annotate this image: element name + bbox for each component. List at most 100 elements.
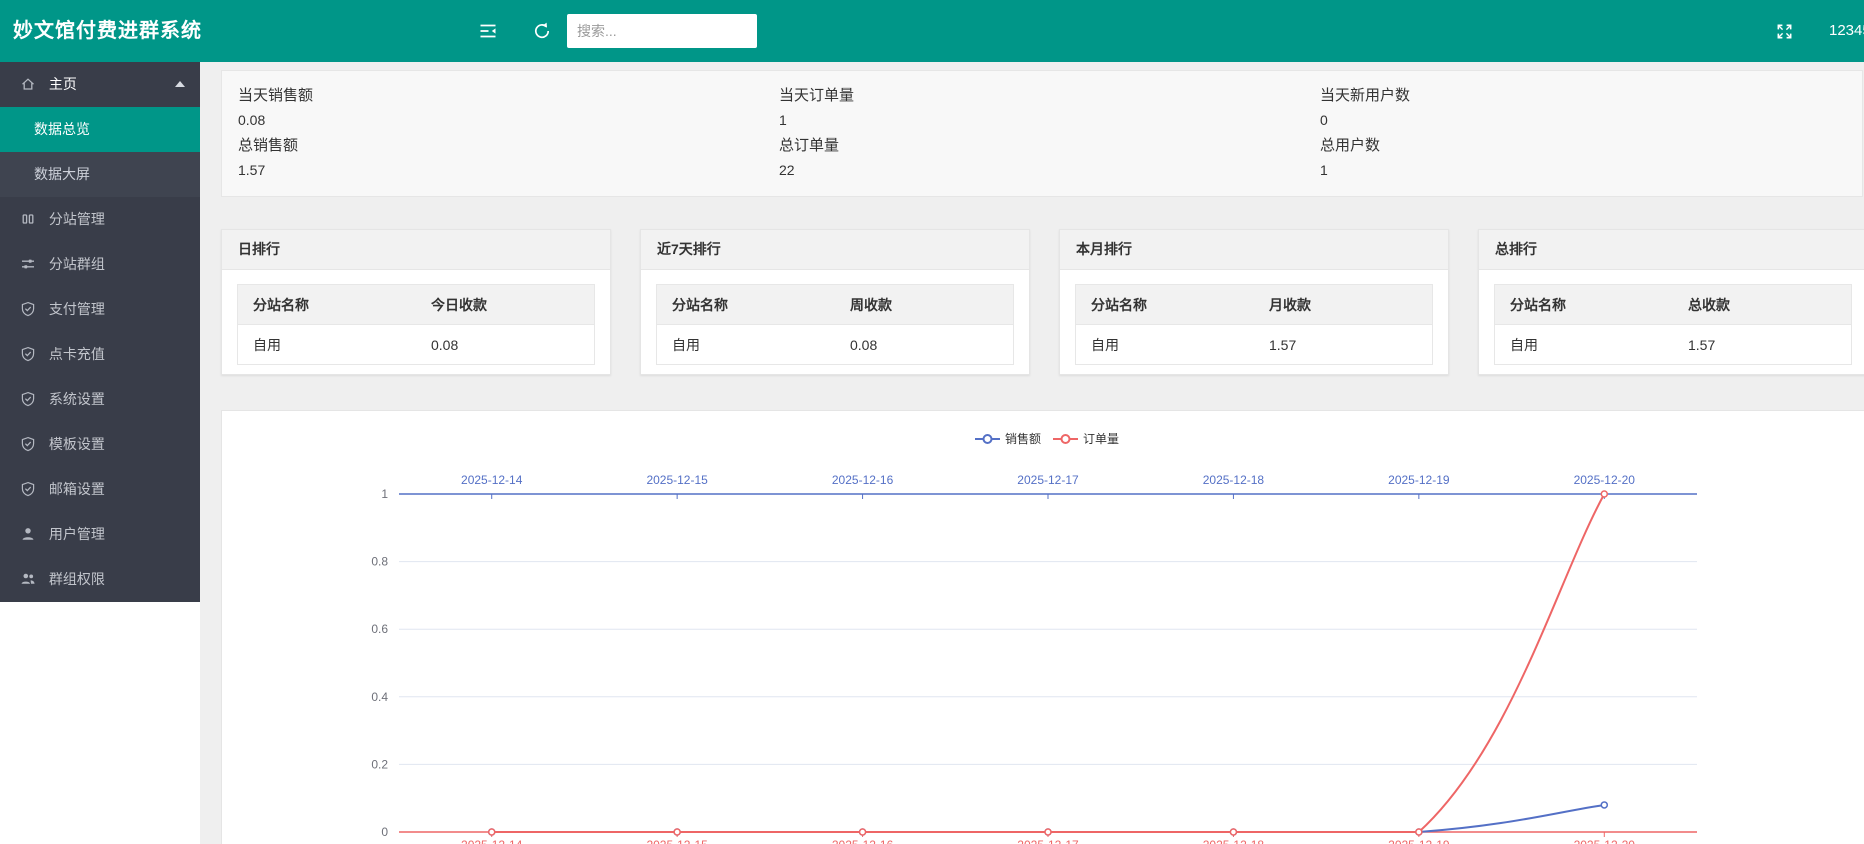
table-cell: 自用: [1495, 325, 1674, 365]
table-header: 分站名称: [238, 285, 417, 325]
stat-value: 0: [1320, 112, 1861, 128]
bottom-x-axis-label: 2025-12-14: [461, 838, 523, 844]
stat-label: 当天新用户数: [1320, 84, 1861, 105]
sidebar-item-mail-settings[interactable]: 邮箱设置: [0, 467, 200, 512]
bottom-x-axis-label: 2025-12-18: [1203, 838, 1265, 844]
sidebar-item-label: 点卡充值: [49, 346, 105, 362]
stat-label: 当天销售额: [238, 84, 779, 105]
table-header: 分站名称: [657, 285, 836, 325]
shield-check-icon: [20, 380, 36, 396]
sidebar-item-site-management[interactable]: 分站管理: [0, 197, 200, 242]
sidebar-item-label: 分站管理: [49, 211, 105, 227]
table-row: 自用1.57: [1495, 325, 1852, 365]
sidebar-item-label: 数据大屏: [34, 166, 90, 182]
sidebar-item-label: 主页: [49, 76, 77, 92]
stat-value: 22: [779, 162, 1320, 178]
ranking-card-month: 本月排行 分站名称月收款 自用1.57: [1059, 229, 1449, 375]
y-axis-label: 0.2: [371, 757, 388, 771]
search-input[interactable]: [567, 14, 757, 48]
table-header: 周收款: [835, 285, 1014, 325]
stat-value: 1.57: [238, 162, 779, 178]
y-axis-label: 0.8: [371, 555, 388, 569]
table-row: 自用0.08: [238, 325, 595, 365]
stat-cell: 总销售额 1.57: [238, 134, 779, 178]
ranking-cards-row: 日排行 分站名称今日收款 自用0.08 近7天排行 分站名称周收款 自用0.08…: [221, 229, 1864, 375]
bottom-x-axis-label: 2025-12-19: [1388, 838, 1450, 844]
top-x-axis-label: 2025-12-19: [1388, 473, 1450, 487]
chevron-up-icon: [175, 81, 185, 87]
legend-item[interactable]: 销售额: [975, 431, 1041, 446]
fullscreen-icon[interactable]: [1776, 23, 1793, 40]
y-axis-label: 0.6: [371, 622, 388, 636]
user-icon: [20, 515, 36, 531]
stat-cell: 当天新用户数 0: [1320, 84, 1861, 128]
shield-check-icon: [20, 335, 36, 351]
svg-text:销售额: 销售额: [1005, 431, 1041, 446]
table-row: 自用0.08: [657, 325, 1014, 365]
table-header: 今日收款: [416, 285, 595, 325]
stat-cell: 总用户数1: [1320, 134, 1861, 178]
top-x-axis-label: 2025-12-17: [1017, 473, 1079, 487]
data-point: [1416, 829, 1422, 835]
sliders-icon: [20, 245, 36, 261]
sidebar-item-card-recharge[interactable]: 点卡充值: [0, 332, 200, 377]
columns-icon: [20, 200, 36, 216]
sidebar-item-label: 数据总览: [34, 121, 90, 137]
shield-check-icon: [20, 470, 36, 486]
data-point: [489, 829, 495, 835]
table-cell: 1.57: [1254, 325, 1433, 365]
legend-item[interactable]: 订单量: [1053, 432, 1119, 446]
ranking-table: 分站名称周收款 自用0.08: [656, 284, 1014, 365]
stat-label: 总订单量: [779, 134, 1320, 155]
sidebar-item-site-groups[interactable]: 分站群组: [0, 242, 200, 287]
refresh-icon[interactable]: [532, 21, 552, 41]
users-icon: [20, 560, 36, 576]
sidebar-item-label: 用户管理: [49, 526, 105, 542]
stat-cell: 当天订单量1: [779, 84, 1320, 128]
sidebar-item-data-screen[interactable]: 数据大屏: [0, 152, 200, 197]
ranking-table: 分站名称总收款 自用1.57: [1494, 284, 1852, 365]
stat-label: 当天订单量: [779, 84, 1320, 105]
stat-value: 1: [1320, 162, 1861, 178]
sidebar-item-label: 分站群组: [49, 256, 105, 272]
table-cell: 自用: [1076, 325, 1255, 365]
chart-panel: 00.20.40.60.812025-12-142025-12-142025-1…: [221, 410, 1864, 844]
table-cell: 0.08: [416, 325, 595, 365]
sidebar-item-template-settings[interactable]: 模板设置: [0, 422, 200, 467]
sales-orders-line-chart[interactable]: 00.20.40.60.812025-12-142025-12-142025-1…: [222, 411, 1864, 844]
bottom-x-axis-label: 2025-12-16: [832, 838, 894, 844]
shield-check-icon: [20, 290, 36, 306]
collapse-menu-icon[interactable]: [478, 21, 498, 41]
table-cell: 1.57: [1673, 325, 1852, 365]
sidebar-item-user-management[interactable]: 用户管理: [0, 512, 200, 557]
sidebar-item-home[interactable]: 主页: [0, 62, 200, 107]
username[interactable]: 12345: [1829, 0, 1864, 62]
main-content: 当天销售额0.08 当天订单量1 当天新用户数0 总销售额1.57 总订单量22…: [200, 62, 1864, 844]
top-header: 妙文馆付费进群系统 12345: [0, 0, 1864, 62]
bottom-x-axis-label: 2025-12-15: [646, 838, 708, 844]
ranking-card-daily: 日排行 分站名称今日收款 自用0.08: [221, 229, 611, 375]
ranking-table: 分站名称月收款 自用1.57: [1075, 284, 1433, 365]
table-cell: 0.08: [835, 325, 1014, 365]
y-axis-label: 1: [381, 487, 388, 501]
data-point: [860, 829, 866, 835]
sidebar-item-system-settings[interactable]: 系统设置: [0, 377, 200, 422]
data-point: [1045, 829, 1051, 835]
card-title: 日排行: [222, 230, 610, 270]
table-header: 总收款: [1673, 285, 1852, 325]
top-x-axis-label: 2025-12-14: [461, 473, 523, 487]
sidebar-item-group-permissions[interactable]: 群组权限: [0, 557, 200, 602]
stat-label: 总销售额: [238, 134, 779, 155]
table-row: 自用1.57: [1076, 325, 1433, 365]
table-header: 分站名称: [1076, 285, 1255, 325]
sidebar-item-label: 群组权限: [49, 571, 105, 587]
sidebar-item-payment-management[interactable]: 支付管理: [0, 287, 200, 332]
sidebar: 主页 数据总览 数据大屏 分站管理 分站群组 支付管理 点卡充值 系统设置: [0, 62, 200, 602]
sidebar-item-data-overview[interactable]: 数据总览: [0, 107, 200, 152]
card-title: 总排行: [1479, 230, 1864, 270]
sidebar-item-label: 邮箱设置: [49, 481, 105, 497]
card-title: 本月排行: [1060, 230, 1448, 270]
home-icon: [20, 65, 36, 81]
top-x-axis-label: 2025-12-20: [1574, 473, 1636, 487]
data-point: [1601, 491, 1607, 497]
